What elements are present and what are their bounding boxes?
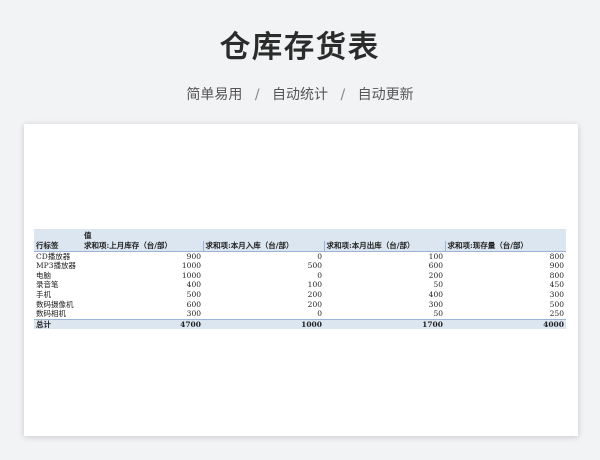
total-value[interactable]: 4000 [445,318,566,330]
cell-value[interactable]: 0 [203,251,324,261]
subtitle-separator: / [254,87,260,103]
column-header-inbound[interactable]: 求和项:本月入库（台/部） [203,241,325,252]
cell-value[interactable]: 450 [445,280,566,290]
row-label[interactable]: MP3播放器 [34,261,82,271]
row-label[interactable]: 录音笔 [34,280,82,290]
column-header-outbound[interactable]: 求和项:本月出库（台/部） [324,241,446,252]
row-label[interactable]: 数码相机 [34,309,82,319]
spreadsheet-preview: 值 行标签 求和项:上月库存（台/部） 求和项:本月入库（台/部） 求和项:本月… [24,124,578,436]
values-label: 值 [82,229,203,241]
cell-value[interactable]: 800 [445,251,566,261]
pivot-header-values-row: 值 [34,229,566,241]
row-label[interactable]: 数码摄像机 [34,300,82,310]
cell-value[interactable]: 1000 [82,261,203,271]
cell-value[interactable]: 300 [82,309,203,319]
cell-value[interactable]: 800 [445,271,566,281]
table-row: 数码相机 300 0 50 250 [34,309,566,319]
cell-value[interactable]: 300 [445,290,566,300]
cell-value[interactable]: 250 [445,309,566,319]
pivot-table: 值 行标签 求和项:上月库存（台/部） 求和项:本月入库（台/部） 求和项:本月… [34,229,566,330]
page-title: 仓库存货表 [220,30,380,65]
table-row: 手机 500 200 400 300 [34,290,566,300]
cell-value[interactable]: 600 [324,261,445,271]
cell-value[interactable]: 500 [203,261,324,271]
cell-value[interactable]: 0 [203,271,324,281]
table-row: 数码摄像机 600 200 300 500 [34,300,566,310]
cell-value[interactable]: 50 [324,280,445,290]
cell-value[interactable]: 500 [445,300,566,310]
total-value[interactable]: 1000 [203,318,324,330]
pivot-header-row: 行标签 求和项:上月库存（台/部） 求和项:本月入库（台/部） 求和项:本月出库… [34,241,566,252]
total-value[interactable]: 1700 [324,318,445,330]
total-label[interactable]: 总计 [34,318,82,330]
column-header-current-stock[interactable]: 求和项:现存量（台/部） [445,241,566,252]
cell-value[interactable]: 500 [82,290,203,300]
cell-value[interactable]: 400 [82,280,203,290]
cell-value[interactable]: 200 [203,300,324,310]
table-row: 电脑 1000 0 200 800 [34,271,566,281]
cell-value[interactable]: 200 [324,271,445,281]
cell-value[interactable]: 100 [203,280,324,290]
cell-value[interactable]: 100 [324,251,445,261]
row-label[interactable]: CD播放器 [34,251,82,261]
row-label[interactable]: 电脑 [34,271,82,281]
cell-value[interactable]: 0 [203,309,324,319]
cell-value[interactable]: 900 [445,261,566,271]
cell-value[interactable]: 1000 [82,271,203,281]
table-row: MP3播放器 1000 500 600 900 [34,261,566,271]
cell-value[interactable]: 200 [203,290,324,300]
pivot-corner-cell [34,229,82,241]
subtitle-separator: / [340,87,346,103]
subtitle: 简单易用 / 自动统计 / 自动更新 [0,84,600,104]
column-header-last-month-stock[interactable]: 求和项:上月库存（台/部） [82,241,204,252]
subtitle-item-auto-update: 自动更新 [357,87,414,103]
row-label[interactable]: 手机 [34,290,82,300]
subtitle-item-auto-stat: 自动统计 [272,87,328,103]
cell-value[interactable]: 50 [324,309,445,319]
total-row: 总计 4700 1000 1700 4000 [34,318,566,330]
subtitle-item-easy: 简单易用 [186,87,243,103]
total-value[interactable]: 4700 [82,318,203,330]
cell-value[interactable]: 600 [82,300,203,310]
cell-value[interactable]: 900 [82,251,203,261]
table-row: CD播放器 900 0 100 800 [34,251,566,261]
table-row: 录音笔 400 100 50 450 [34,280,566,290]
row-label-header[interactable]: 行标签 [34,241,82,252]
cell-value[interactable]: 300 [324,300,445,310]
cell-value[interactable]: 400 [324,290,445,300]
